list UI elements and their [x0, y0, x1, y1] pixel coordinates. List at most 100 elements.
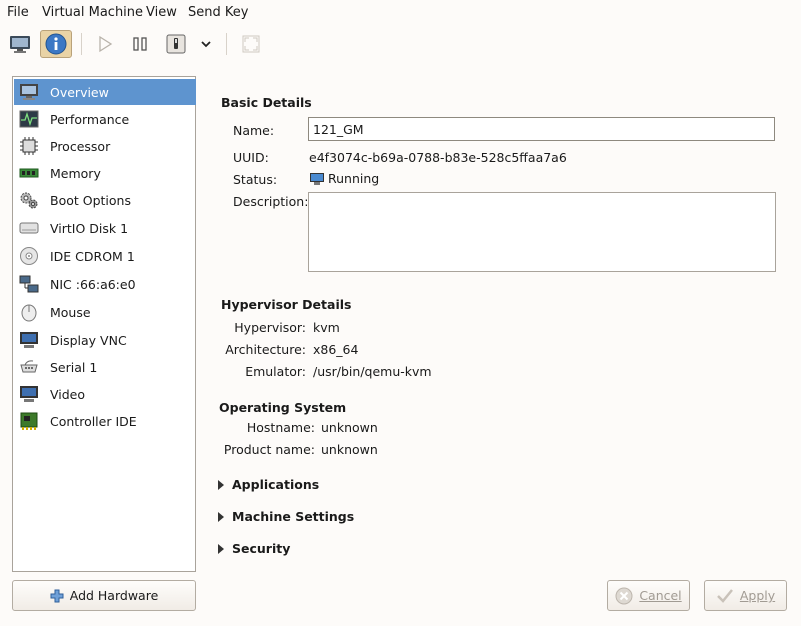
expander-arrow-icon	[218, 543, 224, 554]
pause-icon	[133, 37, 147, 51]
add-hardware-button[interactable]: Add Hardware	[12, 580, 196, 611]
sidebar-item-label: Overview	[50, 84, 109, 100]
menu-file[interactable]: File	[7, 5, 29, 20]
sidebar-item-mouse[interactable]: Mouse	[14, 299, 196, 325]
sidebar-item-label: Mouse	[50, 304, 91, 320]
sidebar-item-boot-options[interactable]: Boot Options	[14, 187, 196, 213]
monitor-icon	[18, 82, 40, 102]
menu-virtual-machine[interactable]: Virtual Machine	[42, 5, 143, 20]
name-field-value: 121_GM	[313, 122, 364, 137]
running-icon	[310, 172, 324, 185]
cpu-icon	[18, 136, 40, 156]
applications-label: Applications	[232, 477, 320, 492]
hardware-list: Overview Performance Processor Memory Bo…	[12, 76, 196, 572]
basic-details-title: Basic Details	[221, 95, 312, 110]
sidebar-item-nic[interactable]: NIC :66:a6:e0	[14, 271, 196, 297]
apply-label: Apply	[739, 588, 776, 603]
menu-view[interactable]: View	[146, 5, 177, 20]
uuid-value: e4f3074c-b69a-0788-b83e-528c5ffaa7a6	[309, 150, 567, 165]
name-label: Name:	[233, 123, 275, 138]
console-button[interactable]	[6, 30, 34, 58]
expander-arrow-icon	[218, 511, 224, 522]
sidebar-item-display-vnc[interactable]: Display VNC	[14, 327, 196, 353]
toolbar-separator	[226, 33, 227, 55]
sidebar-item-virtio-disk[interactable]: VirtIO Disk 1	[14, 215, 196, 241]
sidebar-item-label: Processor	[50, 138, 111, 154]
product-name-value: unknown	[321, 442, 378, 457]
sidebar-item-label: VirtIO Disk 1	[50, 220, 129, 236]
checkmark-icon	[716, 588, 733, 603]
sidebar-item-memory[interactable]: Memory	[14, 160, 196, 186]
menu-bar: File Virtual Machine View Send Key	[0, 0, 801, 26]
performance-icon	[18, 109, 40, 129]
hypervisor-details-title: Hypervisor Details	[221, 297, 352, 312]
display-icon	[18, 330, 40, 350]
sidebar-item-label: IDE CDROM 1	[50, 248, 135, 264]
menu-send-key[interactable]: Send Key	[188, 5, 248, 20]
hypervisor-value: kvm	[313, 320, 340, 335]
sidebar-item-ide-cdrom[interactable]: IDE CDROM 1	[14, 243, 196, 269]
sidebar-item-overview[interactable]: Overview	[14, 79, 196, 105]
status-value: Running	[309, 171, 379, 186]
hypervisor-label: Hypervisor:	[234, 320, 306, 335]
pause-button[interactable]	[127, 30, 153, 58]
run-button[interactable]	[92, 30, 118, 58]
info-icon	[45, 33, 67, 55]
video-icon	[18, 384, 40, 404]
controller-icon	[18, 411, 40, 431]
network-icon	[18, 274, 40, 294]
cdrom-icon	[18, 246, 40, 266]
play-icon	[99, 35, 113, 53]
machine-settings-expander[interactable]: Machine Settings	[218, 509, 354, 524]
name-field[interactable]: 121_GM	[308, 117, 775, 141]
machine-settings-label: Machine Settings	[232, 509, 355, 524]
status-label: Status:	[233, 172, 278, 187]
toolbar-separator	[81, 33, 82, 55]
fullscreen-button[interactable]	[238, 30, 264, 58]
sidebar-item-video[interactable]: Video	[14, 381, 196, 407]
architecture-label: Architecture:	[225, 342, 306, 357]
sidebar-item-processor[interactable]: Processor	[14, 133, 196, 159]
cancel-icon	[615, 587, 633, 604]
description-label: Description:	[233, 194, 309, 209]
cancel-button[interactable]: Cancel	[607, 580, 690, 611]
emulator-label: Emulator:	[245, 364, 306, 379]
add-hardware-label: Add Hardware	[69, 588, 159, 603]
disk-icon	[18, 218, 40, 238]
sidebar-item-label: Video	[50, 386, 86, 402]
sidebar-item-label: Performance	[50, 111, 130, 127]
power-icon	[166, 34, 186, 54]
memory-icon	[18, 163, 40, 183]
emulator-value: /usr/bin/qemu-kvm	[313, 364, 432, 379]
serial-icon	[18, 357, 40, 377]
security-expander[interactable]: Security	[218, 541, 290, 556]
fullscreen-icon	[242, 35, 260, 53]
sidebar-item-controller-ide[interactable]: Controller IDE	[14, 408, 196, 434]
expander-arrow-icon	[218, 479, 224, 490]
sidebar-item-label: NIC :66:a6:e0	[50, 276, 136, 292]
sidebar-item-performance[interactable]: Performance	[14, 106, 196, 132]
sidebar-item-label: Controller IDE	[50, 413, 137, 429]
console-icon	[10, 36, 30, 53]
security-label: Security	[232, 541, 291, 556]
hostname-label: Hostname:	[246, 420, 315, 435]
status-text: Running	[328, 171, 380, 186]
plus-icon	[50, 589, 64, 602]
shutdown-button[interactable]	[163, 30, 189, 58]
applications-expander[interactable]: Applications	[218, 477, 319, 492]
chevron-down-icon	[201, 41, 211, 48]
shutdown-menu-button[interactable]	[196, 30, 216, 58]
sidebar-item-label: Memory	[50, 165, 101, 181]
hostname-value: unknown	[321, 420, 378, 435]
apply-button[interactable]: Apply	[704, 580, 787, 611]
mouse-icon	[18, 302, 40, 322]
details-button[interactable]	[40, 30, 72, 58]
product-name-label: Product name:	[223, 442, 315, 457]
sidebar-item-serial[interactable]: Serial 1	[14, 354, 196, 380]
operating-system-title: Operating System	[219, 400, 347, 415]
gears-icon	[18, 190, 40, 210]
sidebar-item-label: Boot Options	[50, 192, 131, 208]
architecture-value: x86_64	[313, 342, 359, 357]
description-field[interactable]	[308, 192, 776, 272]
uuid-label: UUID:	[233, 150, 269, 165]
